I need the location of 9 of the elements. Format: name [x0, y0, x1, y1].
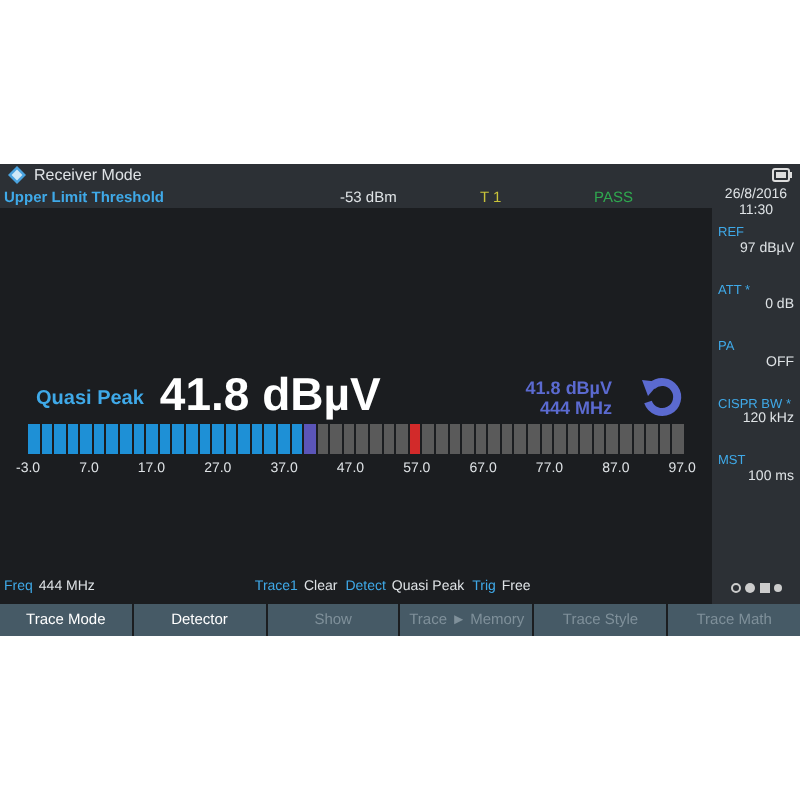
marker-frequency: 444 MHz — [539, 397, 612, 417]
window-title: Receiver Mode — [34, 167, 142, 183]
undo-arrow-icon[interactable] — [640, 373, 684, 417]
status-icons-drawing — [730, 582, 782, 594]
level-readout: 41.8 dBµV — [159, 371, 381, 417]
detector-label: Quasi Peak — [34, 385, 144, 413]
battery-icon — [772, 168, 792, 182]
marker-level: 41.8 dBµV — [525, 377, 612, 397]
diamond-logo-icon — [8, 166, 26, 184]
